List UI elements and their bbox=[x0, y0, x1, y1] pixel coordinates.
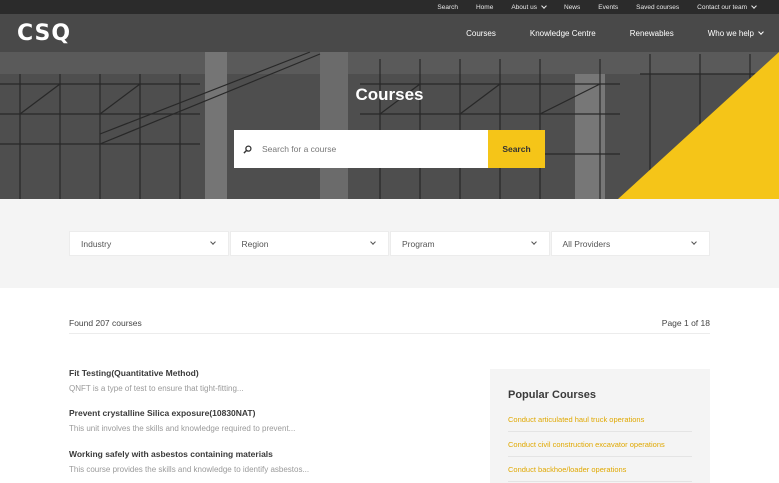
page-title: Courses bbox=[355, 85, 424, 104]
filters-section: Industry Region Program All Providers bbox=[0, 199, 779, 288]
region-select[interactable]: Region bbox=[229, 231, 389, 256]
page-indicator: Page 1 of 18 bbox=[661, 318, 710, 328]
chevron-down-icon bbox=[751, 3, 757, 9]
chevron-down-icon bbox=[530, 239, 537, 245]
csq-logo[interactable]: CSQ bbox=[17, 21, 71, 46]
filter-bar: Industry Region Program All Providers bbox=[69, 231, 710, 256]
nav-item-who-we-help[interactable]: Who we help bbox=[691, 28, 764, 38]
hero-banner: CSQ Courses Knowledge Centre Renewables … bbox=[0, 14, 779, 199]
utility-link-saved-courses[interactable]: Saved courses bbox=[627, 4, 688, 11]
utility-link-about-us[interactable]: About us bbox=[502, 3, 555, 11]
list-item: Fit Testing(Quantitative Method) QNFT is… bbox=[69, 368, 469, 393]
search-icon bbox=[234, 130, 260, 168]
industry-select[interactable]: Industry bbox=[69, 231, 229, 256]
nav-item-renewables[interactable]: Renewables bbox=[613, 29, 691, 38]
results-header: Found 207 courses Page 1 of 18 bbox=[69, 318, 710, 334]
utility-link-home[interactable]: Home bbox=[467, 4, 502, 11]
provider-select[interactable]: All Providers bbox=[550, 231, 710, 256]
popular-course-link[interactable]: Conduct backhoe/loader operations bbox=[508, 457, 692, 482]
course-description: This unit involves the skills and knowle… bbox=[69, 424, 296, 433]
course-description: This course provides the skills and know… bbox=[69, 465, 310, 474]
utility-link-contact-label: Contact our team bbox=[697, 3, 747, 11]
utility-link-search[interactable]: Search bbox=[428, 4, 467, 11]
popular-courses-title: Popular Courses bbox=[508, 389, 597, 401]
chevron-down-icon bbox=[209, 239, 216, 245]
search-button[interactable]: Search bbox=[488, 130, 545, 168]
utility-link-events[interactable]: Events bbox=[589, 4, 627, 11]
utility-links: Search Home About us News Events Saved c… bbox=[428, 0, 765, 14]
chevron-down-icon bbox=[758, 28, 764, 35]
program-select-label: Program bbox=[402, 238, 435, 249]
course-description: QNFT is a type of test to ensure that ti… bbox=[69, 384, 244, 393]
chevron-down-icon bbox=[541, 3, 547, 9]
course-search-box: Search bbox=[234, 130, 545, 168]
popular-courses-panel: Popular Courses Conduct articulated haul… bbox=[490, 369, 710, 483]
program-select[interactable]: Program bbox=[390, 231, 550, 256]
nav-item-knowledge-centre[interactable]: Knowledge Centre bbox=[513, 29, 613, 38]
main-navbar: CSQ Courses Knowledge Centre Renewables … bbox=[0, 14, 779, 52]
course-title[interactable]: Prevent crystalline Silica exposure(1083… bbox=[69, 408, 469, 418]
nav-item-courses[interactable]: Courses bbox=[449, 29, 513, 38]
chevron-down-icon bbox=[370, 239, 376, 245]
region-select-label: Region bbox=[241, 238, 269, 249]
main-nav: Courses Knowledge Centre Renewables Who … bbox=[449, 14, 764, 52]
course-title[interactable]: Working safely with asbestos containing … bbox=[69, 449, 469, 459]
utility-link-about-us-label: About us bbox=[511, 3, 537, 11]
popular-course-link[interactable]: Conduct articulated haul truck operation… bbox=[508, 407, 692, 432]
nav-item-who-we-help-label: Who we help bbox=[707, 28, 754, 38]
search-input[interactable] bbox=[260, 130, 488, 168]
provider-select-label: All Providers bbox=[562, 238, 611, 249]
results-count: Found 207 courses bbox=[69, 318, 142, 328]
list-item: Working safely with asbestos containing … bbox=[69, 449, 469, 474]
list-item: Prevent crystalline Silica exposure(1083… bbox=[69, 408, 469, 433]
popular-course-link[interactable]: Conduct civil construction excavator ope… bbox=[508, 432, 692, 457]
top-utility-bar: Search Home About us News Events Saved c… bbox=[0, 0, 779, 14]
chevron-down-icon bbox=[691, 239, 697, 245]
utility-link-contact-our-team[interactable]: Contact our team bbox=[688, 3, 765, 11]
utility-link-news[interactable]: News bbox=[555, 4, 589, 11]
industry-select-label: Industry bbox=[81, 238, 112, 249]
course-title[interactable]: Fit Testing(Quantitative Method) bbox=[69, 368, 469, 378]
